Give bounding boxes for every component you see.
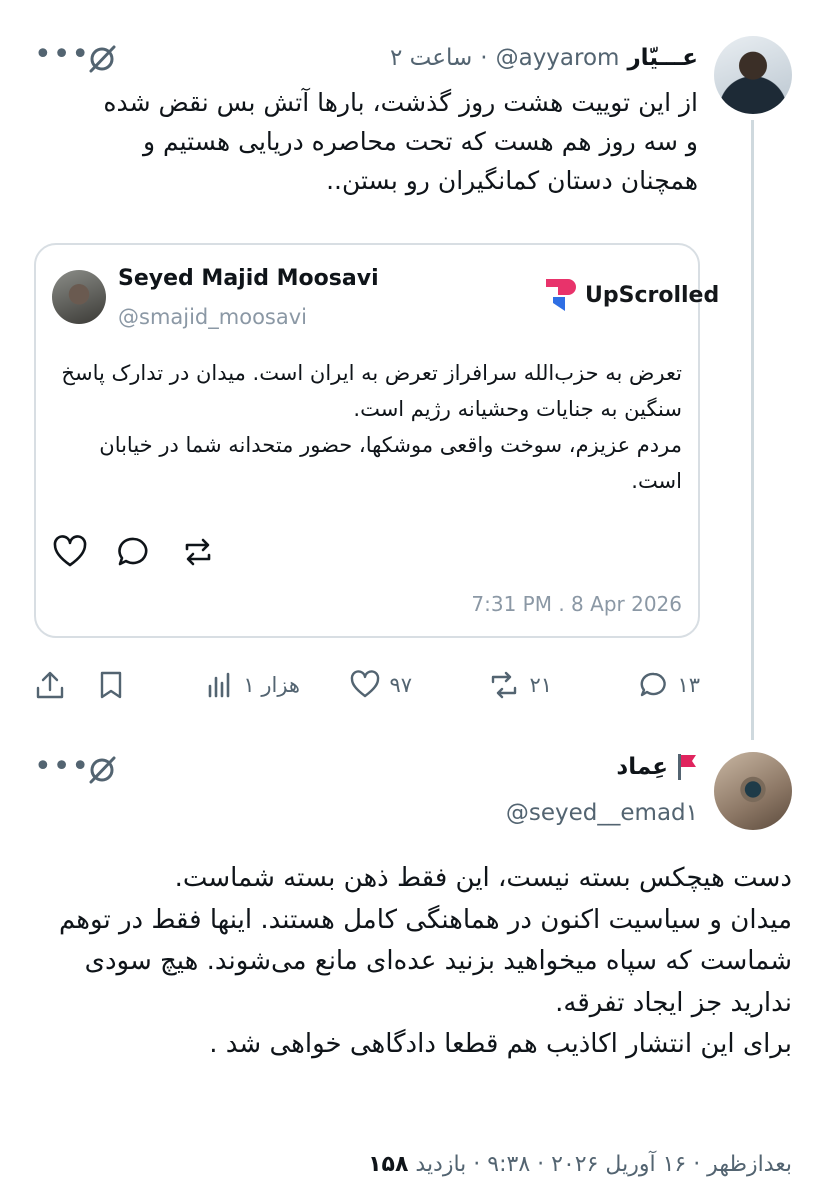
bookmark-icon[interactable] xyxy=(98,670,124,700)
quoted-actions xyxy=(52,535,216,569)
tweet-time[interactable]: ساعت ۲ xyxy=(390,45,472,71)
reply-text-line-3: برای این انتشار اکاذیب هم قطعا دادگاهی خ… xyxy=(209,1029,792,1060)
upscrolled-logo: UpScrolled xyxy=(543,275,719,315)
views-count: هزار ۱ xyxy=(243,673,300,697)
quoted-author-handle: @smajid_moosavi xyxy=(118,305,307,329)
quoted-post-text: تعرض به حزب‌الله سرافراز تعرض به ایران ا… xyxy=(60,355,682,499)
upscrolled-label: UpScrolled xyxy=(585,282,720,308)
heart-icon[interactable] xyxy=(52,535,88,569)
reply-text: دست هیچکس بسته نیست، این فقط ذهن بسته شم… xyxy=(32,858,792,1066)
author-handle[interactable]: @ayyarom xyxy=(496,45,620,71)
reply-icon xyxy=(640,672,667,697)
quoted-author-avatar xyxy=(52,270,106,324)
reply-author-name[interactable]: عِماد xyxy=(616,754,668,780)
header-separator: · xyxy=(480,45,488,71)
repost-icon[interactable] xyxy=(180,535,216,569)
views-button[interactable]: هزار ۱ xyxy=(205,670,300,700)
author-name[interactable]: عـــیّار xyxy=(627,45,698,71)
reply-author-handle[interactable]: @seyed__emad۱ xyxy=(506,800,698,826)
like-button[interactable]: ۹۷ xyxy=(349,670,412,700)
reply-text-line-2: میدان و سیاسیت اکنون در هماهنگی کامل هست… xyxy=(59,904,792,1018)
quoted-author-name: Seyed Majid Moosavi xyxy=(118,266,379,291)
retweet-icon xyxy=(492,671,517,699)
reply-button[interactable]: ۱۳ xyxy=(639,670,700,700)
like-count: ۹۷ xyxy=(389,673,412,697)
retweet-button[interactable]: ۲۱ xyxy=(487,670,552,700)
upscrolled-icon xyxy=(546,279,576,311)
more-options-icon[interactable]: ••• xyxy=(34,40,90,70)
author-avatar[interactable] xyxy=(714,36,792,114)
quoted-text-line-1: تعرض به حزب‌الله سرافراز تعرض به ایران ا… xyxy=(61,361,682,422)
reply-author-avatar[interactable] xyxy=(714,752,792,830)
quoted-post-date: 7:31 PM . 8 Apr 2026 xyxy=(471,592,682,616)
tweet-header: عـــیّار @ayyarom · ساعت ۲ xyxy=(390,40,698,76)
reply-text-line-1: دست هیچکس بسته نیست، این فقط ذهن بسته شم… xyxy=(174,863,792,893)
share-icon[interactable] xyxy=(34,670,66,700)
tweet-action-bar: ۱۳ ۲۱ ۹۷ هزار ۱ xyxy=(34,664,700,708)
reply-timestamp[interactable]: بعدازظهر · ۱۶ آوریل ۲۰۲۶ · ۹:۳۸ · بازدید xyxy=(415,1152,792,1177)
like-icon xyxy=(351,670,380,698)
comment-icon[interactable] xyxy=(116,535,152,569)
reply-view-count: ۱۵۸ xyxy=(368,1152,409,1177)
more-options-icon[interactable]: ••• xyxy=(34,752,90,782)
retweet-count: ۲۱ xyxy=(529,673,552,697)
reply-meta: بعدازظهر · ۱۶ آوریل ۲۰۲۶ · ۹:۳۸ · بازدید… xyxy=(368,1152,792,1177)
flag-icon xyxy=(678,754,696,780)
analytics-icon xyxy=(209,672,230,698)
quoted-text-line-2: مردم عزیزم، سوخت واقعی موشکها، حضور متحد… xyxy=(99,433,682,494)
reply-header: عِماد xyxy=(616,752,698,782)
thread-connector-line xyxy=(751,120,754,740)
reply-count: ۱۳ xyxy=(677,673,700,697)
tweet-text: از این توییت هشت روز گذشت، بارها آتش بس … xyxy=(103,88,698,195)
